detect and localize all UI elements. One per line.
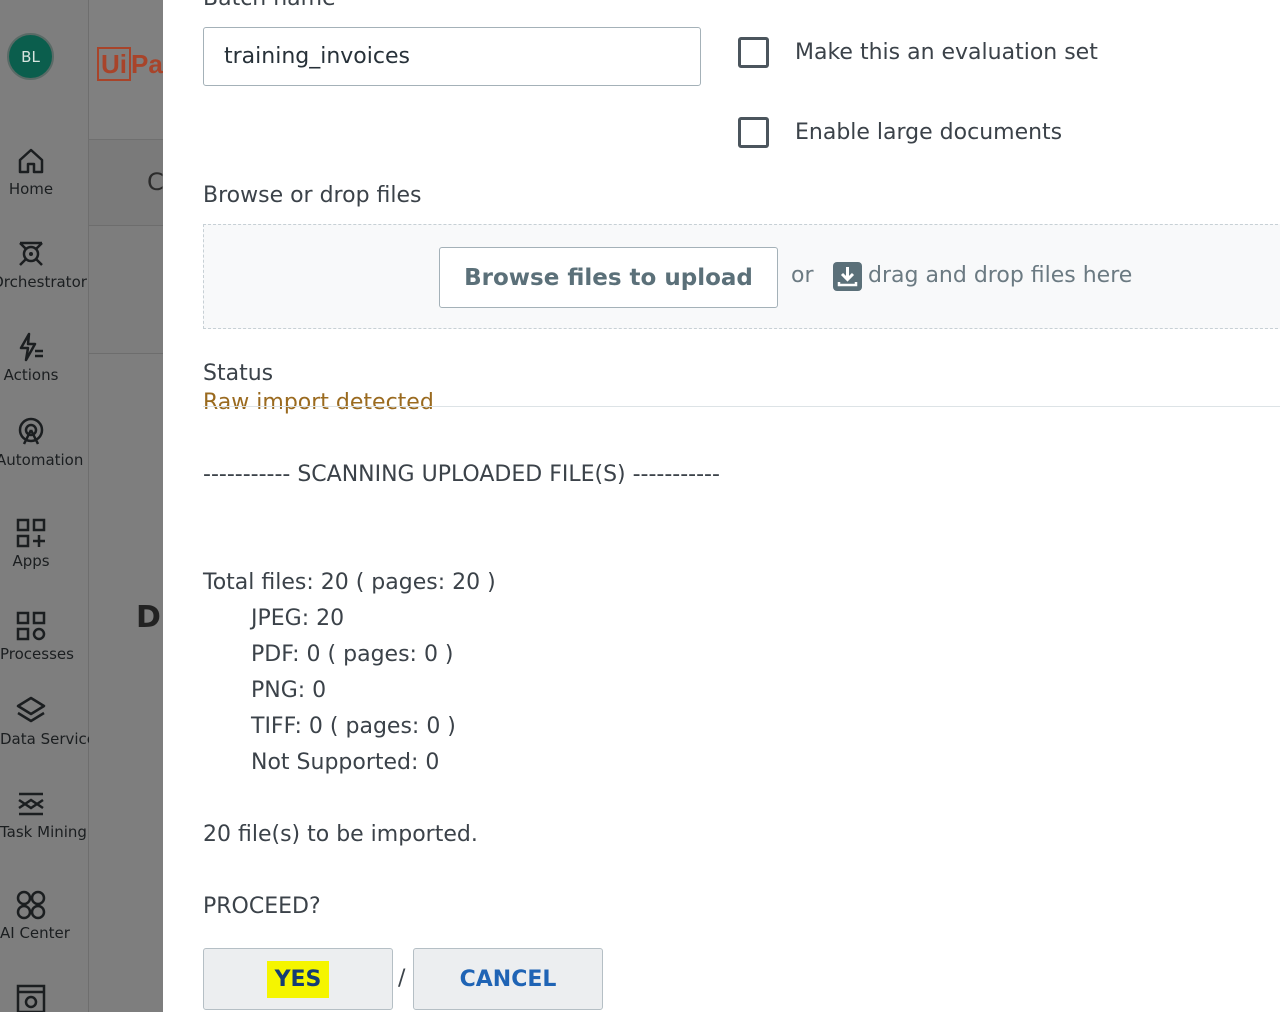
nav-item-automation-hub[interactable]: Automation Hub	[0, 416, 118, 468]
apps-icon	[15, 517, 47, 549]
status-divider	[203, 406, 1280, 407]
nav-label: Data Service	[0, 730, 97, 748]
status-clipped-line: Raw import detected	[203, 390, 434, 415]
nav-label: Automation Hub	[0, 451, 119, 469]
status-png: PNG: 0	[251, 678, 327, 703]
uipath-logo: Ui Pa	[97, 47, 163, 81]
yes-button-label: YES	[266, 960, 330, 998]
background-header: Ui Pa	[89, 0, 163, 140]
background-heading-d: D	[136, 600, 161, 635]
dropzone-or-text: or	[791, 263, 814, 288]
nav-rail: BL Home Orchestrator Actions Automation …	[0, 0, 118, 1012]
status-to-import: 20 file(s) to be imported.	[203, 822, 478, 847]
proceed-prompt: PROCEED?	[203, 894, 321, 919]
nav-item-home[interactable]: Home	[0, 145, 62, 197]
background-panel	[89, 226, 163, 354]
nav-item-data-service[interactable]: Data Service	[0, 695, 97, 748]
button-separator: /	[398, 966, 406, 991]
large-documents-label: Enable large documents	[795, 120, 1063, 145]
status-jpeg: JPEG: 20	[251, 606, 345, 631]
status-tiff: TIFF: 0 ( pages: 0 )	[251, 714, 456, 739]
test-suite-icon	[15, 982, 47, 1012]
ai-center-icon	[15, 889, 47, 921]
batch-name-input[interactable]	[203, 27, 701, 86]
batch-name-label: Batch name	[203, 0, 336, 11]
browse-label: Browse or drop files	[203, 183, 422, 208]
browse-files-button[interactable]: Browse files to upload	[439, 247, 778, 308]
large-documents-checkbox[interactable]	[738, 117, 769, 148]
status-total-files: Total files: 20 ( pages: 20 )	[203, 570, 496, 595]
cancel-button[interactable]: CANCEL	[413, 948, 603, 1010]
nav-label: Task Mining	[0, 823, 87, 841]
background-app: Ui Pa	[89, 0, 163, 1012]
nav-label: Home	[8, 180, 54, 198]
yes-button[interactable]: YES	[203, 948, 393, 1010]
nav-item-more[interactable]	[0, 982, 62, 1012]
data-service-icon	[15, 695, 47, 727]
file-dropzone[interactable]: Browse files to upload or drag and drop …	[203, 224, 1280, 329]
nav-label: Orchestrator	[0, 273, 87, 291]
status-pdf: PDF: 0 ( pages: 0 )	[251, 642, 454, 667]
nav-item-apps[interactable]: Apps	[0, 517, 62, 569]
nav-item-task-mining[interactable]: Task Mining	[0, 788, 87, 841]
nav-label: Apps	[12, 552, 50, 570]
nav-item-ai-center[interactable]: AI Center	[0, 889, 70, 942]
nav-label: Processes	[0, 645, 74, 663]
processes-icon	[15, 610, 47, 642]
status-title: Status	[203, 361, 274, 386]
status-scanning-line: ----------- SCANNING UPLOADED FILE(S) --…	[203, 462, 720, 487]
dropzone-drag-text: drag and drop files here	[868, 263, 1133, 288]
avatar[interactable]: BL	[7, 33, 54, 80]
status-not-supported: Not Supported: 0	[251, 750, 440, 775]
background-heading-c: C	[147, 168, 164, 196]
nav-item-orchestrator[interactable]: Orchestrator	[0, 238, 87, 291]
large-documents-checkbox-row[interactable]: Enable large documents	[738, 117, 1062, 148]
home-icon	[15, 145, 47, 177]
task-mining-icon	[15, 788, 47, 820]
evaluation-set-checkbox-row[interactable]: Make this an evaluation set	[738, 37, 1098, 68]
evaluation-set-checkbox[interactable]	[738, 37, 769, 68]
actions-icon	[15, 331, 47, 363]
automation-hub-icon	[15, 416, 47, 448]
nav-item-actions[interactable]: Actions	[0, 331, 62, 383]
orchestrator-icon	[15, 238, 47, 270]
import-dialog: Batch name Make this an evaluation set E…	[163, 0, 1280, 1012]
nav-label: AI Center	[0, 924, 70, 942]
nav-label: Actions	[3, 366, 59, 384]
nav-item-processes[interactable]: Processes	[0, 610, 74, 663]
download-tray-icon	[832, 261, 863, 292]
evaluation-set-label: Make this an evaluation set	[795, 40, 1098, 65]
